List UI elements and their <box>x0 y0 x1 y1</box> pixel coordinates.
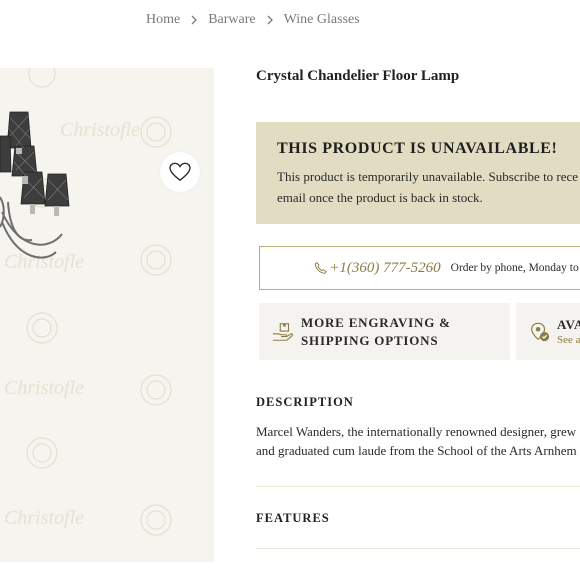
notice-line: email once the product is back in stock. <box>277 190 483 205</box>
phone-note: Order by phone, Monday to F <box>450 262 580 274</box>
phone-link[interactable]: +1(360) 777-5260 <box>329 260 440 277</box>
breadcrumb-home[interactable]: Home <box>146 12 180 28</box>
chevron-right-icon <box>180 12 208 28</box>
divider <box>256 486 580 487</box>
notice-text: This product is temporarily unavailable.… <box>277 166 580 208</box>
description-line: and graduated cum laude from the School … <box>256 443 577 458</box>
breadcrumb-wine-glasses[interactable]: Wine Glasses <box>284 12 360 28</box>
package-hand-icon <box>272 322 294 341</box>
chevron-right-icon <box>256 12 284 28</box>
option-label-line: AVA <box>557 317 580 332</box>
divider <box>256 548 580 549</box>
chandelier-image <box>0 111 70 259</box>
watermark-text: Christofle <box>4 507 84 529</box>
engraving-shipping-options-button[interactable]: MORE ENGRAVING & SHIPPING OPTIONS <box>259 303 510 360</box>
phone-order-box: +1(360) 777-5260 Order by phone, Monday … <box>259 246 580 290</box>
phone-icon <box>314 261 327 274</box>
option-label: AVA See a <box>557 316 580 347</box>
wishlist-button[interactable] <box>160 152 200 192</box>
option-label: MORE ENGRAVING & SHIPPING OPTIONS <box>301 314 451 350</box>
product-image[interactable]: Christofle Christofle Christofle Christo… <box>0 68 214 562</box>
breadcrumb-barware[interactable]: Barware <box>208 12 255 28</box>
store-availability-button[interactable]: AVA See a <box>516 303 580 360</box>
heart-icon <box>169 162 191 182</box>
unavailable-notice: THIS PRODUCT IS UNAVAILABLE! This produc… <box>256 122 580 224</box>
notice-heading: THIS PRODUCT IS UNAVAILABLE! <box>277 140 558 157</box>
watermark-text: Christofle <box>4 377 84 399</box>
product-title: Crystal Chandelier Floor Lamp <box>256 68 460 84</box>
option-label-line: MORE ENGRAVING & <box>301 314 451 330</box>
option-label-line: SHIPPING OPTIONS <box>301 332 439 348</box>
option-sub-line: See a <box>557 334 580 346</box>
description-heading[interactable]: DESCRIPTION <box>256 395 354 410</box>
description-line: Marcel Wanders, the internationally reno… <box>256 424 577 439</box>
breadcrumb: Home Barware Wine Glasses <box>146 12 360 28</box>
features-heading[interactable]: FEATURES <box>256 511 330 526</box>
store-availability-icon <box>531 322 550 341</box>
description-text: Marcel Wanders, the internationally reno… <box>256 422 580 460</box>
notice-line: This product is temporarily unavailable.… <box>277 169 579 184</box>
